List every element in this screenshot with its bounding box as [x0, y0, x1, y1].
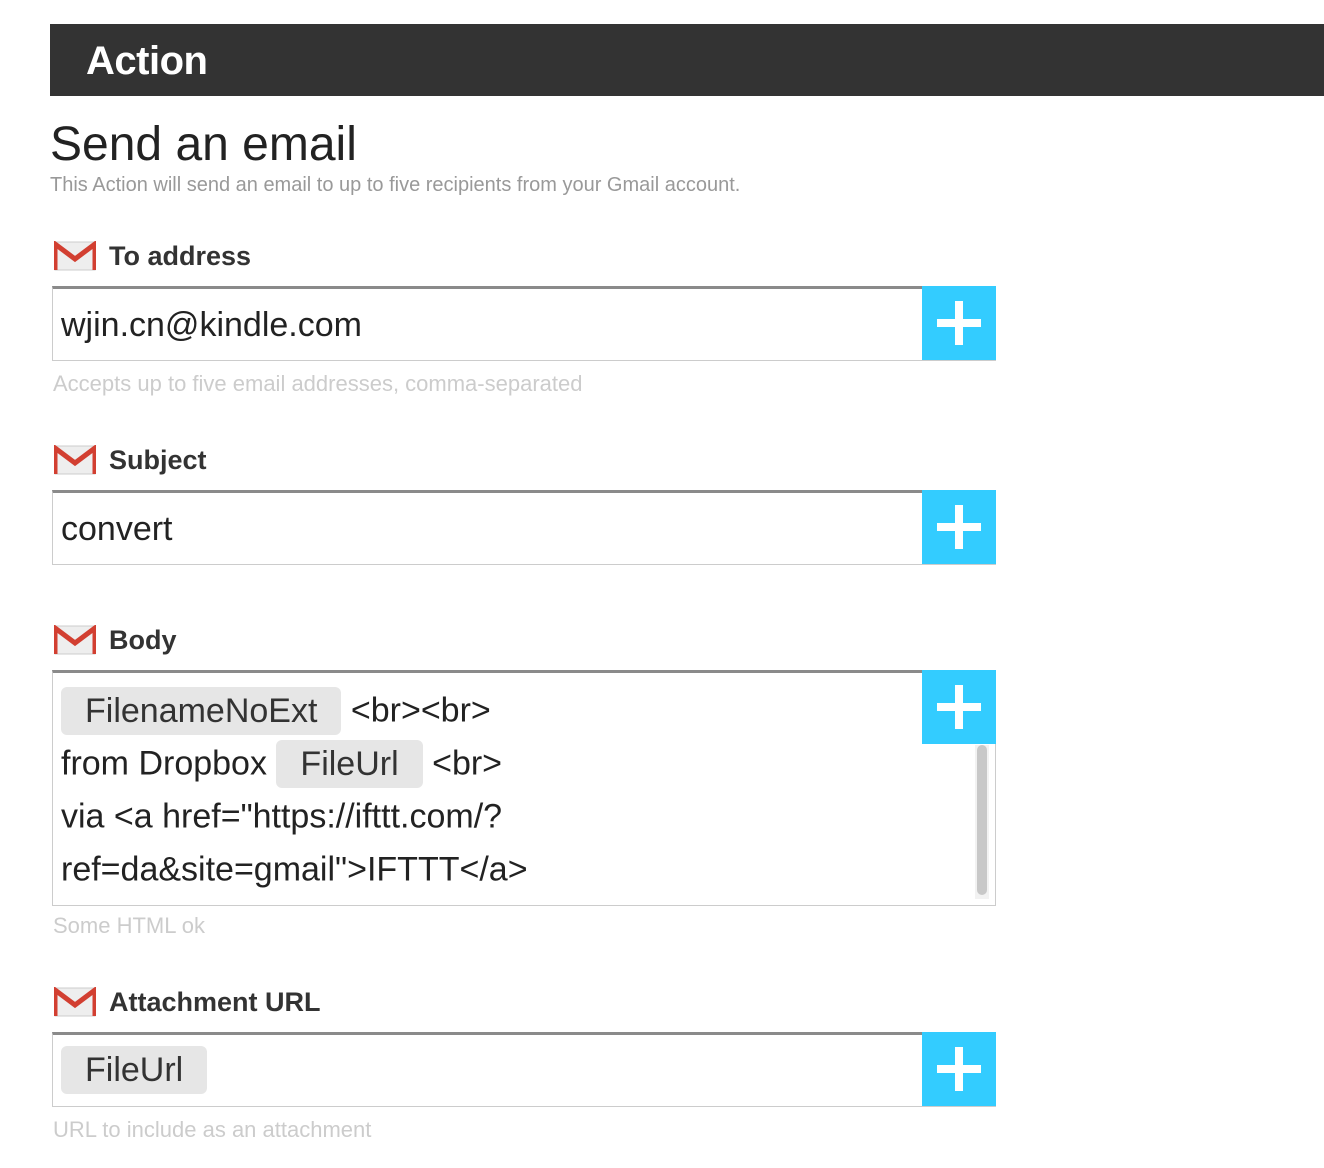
body-scrollbar-thumb[interactable]	[977, 745, 987, 895]
body-line: ref=da&site=gmail">IFTTT</a>	[61, 842, 915, 895]
body-scrollbar[interactable]	[975, 745, 989, 899]
subject-label-row: Subject	[54, 443, 207, 477]
add-ingredient-button[interactable]	[922, 1032, 996, 1106]
add-ingredient-button[interactable]	[922, 490, 996, 564]
body-line: from Dropbox FileUrl <br>	[61, 736, 915, 789]
body-text: ref=da&site=gmail">IFTTT</a>	[61, 850, 528, 889]
attachment-url-content[interactable]: FileUrl	[61, 1046, 208, 1094]
action-title: Send an email	[50, 118, 357, 171]
attachment-url-helper: URL to include as an attachment	[53, 1117, 372, 1142]
plus-icon	[937, 505, 981, 549]
attachment-url-label: Attachment URL	[109, 987, 321, 1017]
gmail-icon	[54, 987, 96, 1017]
body-text: via <a href="https://ifttt.com/?	[61, 797, 503, 836]
header-title: Action	[86, 39, 208, 83]
subject-label: Subject	[109, 445, 207, 475]
to-address-value[interactable]: wjin.cn@kindle.com	[61, 305, 362, 345]
body-textarea[interactable]: FilenameNoExt <br><br> from Dropbox File…	[52, 670, 996, 906]
to-address-label: To address	[109, 241, 252, 271]
body-text: <br>	[432, 744, 503, 783]
ingredient-pill-fileurl[interactable]: FileUrl	[61, 1046, 208, 1094]
body-label: Body	[109, 625, 177, 655]
ingredient-pill-filenamenoext[interactable]: FilenameNoExt	[61, 687, 342, 736]
ingredient-pill-fileurl[interactable]: FileUrl	[276, 740, 423, 789]
body-text: <br><br>	[350, 691, 491, 730]
plus-icon	[937, 301, 981, 345]
body-helper: Some HTML ok	[53, 913, 206, 938]
gmail-icon	[54, 445, 96, 475]
plus-icon	[937, 1047, 981, 1091]
body-text: from Dropbox	[61, 744, 267, 783]
to-address-label-row: To address	[54, 239, 251, 273]
body-label-row: Body	[54, 623, 177, 657]
plus-icon	[937, 685, 981, 729]
page: { "header": { "title": "Action" }, "acti…	[0, 0, 1324, 1168]
attachment-url-field[interactable]: FileUrl	[52, 1032, 996, 1107]
add-ingredient-button[interactable]	[922, 670, 996, 744]
action-description: This Action will send an email to up to …	[50, 174, 741, 196]
to-address-helper: Accepts up to five email addresses, comm…	[53, 371, 583, 396]
body-content[interactable]: FilenameNoExt <br><br> from Dropbox File…	[61, 683, 915, 895]
body-line: via <a href="https://ifttt.com/?	[61, 789, 915, 842]
body-line: FilenameNoExt <br><br>	[61, 683, 915, 736]
subject-value[interactable]: convert	[61, 509, 173, 549]
add-ingredient-button[interactable]	[922, 286, 996, 360]
action-header-bar: Action	[50, 24, 1324, 96]
attachment-url-label-row: Attachment URL	[54, 985, 321, 1019]
subject-field[interactable]: convert	[52, 490, 996, 565]
gmail-icon	[54, 625, 96, 655]
gmail-icon	[54, 241, 96, 271]
to-address-field[interactable]: wjin.cn@kindle.com	[52, 286, 996, 361]
